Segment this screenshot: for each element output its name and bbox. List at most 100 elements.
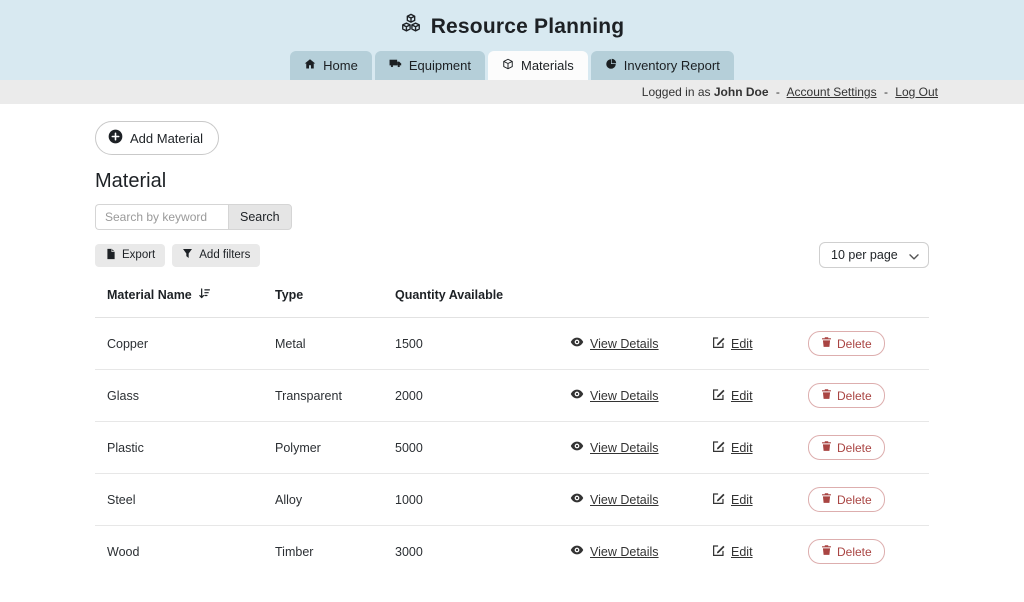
edit-link[interactable]: Edit [712,336,753,352]
house-icon [304,58,316,73]
tab-home[interactable]: Home [290,51,372,80]
edit-link[interactable]: Edit [712,492,753,508]
delete-button[interactable]: Delete [808,331,885,356]
tab-inventory-report[interactable]: Inventory Report [590,51,734,80]
export-label: Export [122,249,156,261]
material-name-cell: Plastic [95,421,263,474]
separator: - [775,85,780,99]
user-bar: Logged in as John Doe - Account Settings… [0,80,1024,104]
delete-label: Delete [837,388,872,403]
view-details-link[interactable]: View Details [570,439,659,456]
log-out-link[interactable]: Log Out [895,85,938,99]
materials-table: Material Name Type Quantity Available Co… [95,281,929,577]
edit-label: Edit [731,492,753,507]
per-page-wrap: 10 per page [819,242,929,268]
edit-label: Edit [731,336,753,351]
quantity-cell: 3000 [395,544,423,559]
delete-button[interactable]: Delete [808,539,885,564]
truck-icon [389,57,402,73]
delete-button[interactable]: Delete [808,383,885,408]
column-header-actions-view [558,281,700,318]
per-page-select[interactable]: 10 per page [819,242,929,268]
add-filters-button[interactable]: Add filters [172,243,261,267]
quantity-cell: 5000 [383,421,558,474]
app-header: Resource Planning Home Equipment Materia… [0,0,1024,80]
edit-label: Edit [731,544,753,559]
toolbar-row: Export Add filters 10 per page [95,242,929,268]
column-header-quantity[interactable]: Quantity Available [383,281,558,318]
pencil-square-icon [712,544,725,560]
edit-label: Edit [731,388,753,403]
username: John Doe [713,85,769,99]
quantity-cell: 2000 [383,369,558,422]
edit-link[interactable]: Edit [712,388,753,404]
view-details-label: View Details [590,544,659,559]
table-row: Copper Metal 1500 View Details Edit Dele… [95,317,929,370]
add-material-label: Add Material [130,130,203,146]
file-icon [105,248,116,263]
tab-equipment[interactable]: Equipment [374,51,485,80]
table-row: Wood Timber 3000 View Details Edit Delet… [95,526,929,578]
separator: - [883,85,888,99]
column-label: Material Name [107,288,192,302]
type-cell: Metal [263,317,383,370]
tab-label: Home [323,57,358,73]
view-details-link[interactable]: View Details [570,387,659,404]
view-details-link[interactable]: View Details [570,543,659,560]
search-button[interactable]: Search [228,204,292,230]
trash-icon [821,492,832,507]
view-details-label: View Details [590,336,659,351]
quantity-cell: 1500 [383,317,558,370]
table-header-row: Material Name Type Quantity Available [95,281,929,318]
material-name-cell: Wood [107,544,140,559]
material-name-cell: Steel [95,473,263,526]
table-row: Steel Alloy 1000 View Details Edit Delet… [95,473,929,526]
table-row: Plastic Polymer 5000 View Details Edit D… [95,421,929,474]
pie-chart-icon [605,58,617,73]
app-title: Resource Planning [430,14,625,38]
edit-link[interactable]: Edit [712,440,753,456]
pencil-square-icon [712,440,725,456]
delete-button[interactable]: Delete [808,435,885,460]
pencil-square-icon [712,388,725,404]
brand: Resource Planning [0,13,1024,40]
tab-label: Equipment [408,57,471,73]
view-details-link[interactable]: View Details [570,335,659,352]
type-cell: Timber [275,544,314,559]
logged-in-prefix: Logged in as [641,85,711,99]
eye-icon [570,439,584,456]
view-details-label: View Details [590,388,659,403]
plus-circle-icon [108,129,123,147]
search-group: Search [95,204,929,230]
trash-icon [821,388,832,403]
type-cell: Transparent [263,369,383,422]
eye-icon [570,387,584,404]
tab-materials[interactable]: Materials [487,51,588,80]
add-material-button[interactable]: Add Material [95,121,219,155]
view-details-label: View Details [590,440,659,455]
account-settings-link[interactable]: Account Settings [787,85,877,99]
column-header-type[interactable]: Type [263,281,383,318]
edit-label: Edit [731,440,753,455]
column-header-material-name[interactable]: Material Name [95,281,263,318]
edit-link[interactable]: Edit [712,544,753,560]
sort-ascending-icon[interactable] [198,287,211,303]
table-row: Glass Transparent 2000 View Details Edit… [95,369,929,422]
trash-icon [821,544,832,559]
type-cell: Polymer [263,421,383,474]
delete-button[interactable]: Delete [808,487,885,512]
view-details-label: View Details [590,492,659,507]
trash-icon [821,336,832,351]
pencil-square-icon [712,492,725,508]
eye-icon [570,491,584,508]
main-content: Add Material Material Search Export [95,104,929,577]
main-nav: Home Equipment Materials Inventory Repor… [0,51,1024,80]
view-details-link[interactable]: View Details [570,491,659,508]
delete-label: Delete [837,544,872,559]
trash-icon [821,440,832,455]
tab-label: Materials [520,57,574,73]
search-input[interactable] [95,204,228,230]
delete-label: Delete [837,336,872,351]
export-button[interactable]: Export [95,243,166,267]
box-icon [502,58,514,73]
